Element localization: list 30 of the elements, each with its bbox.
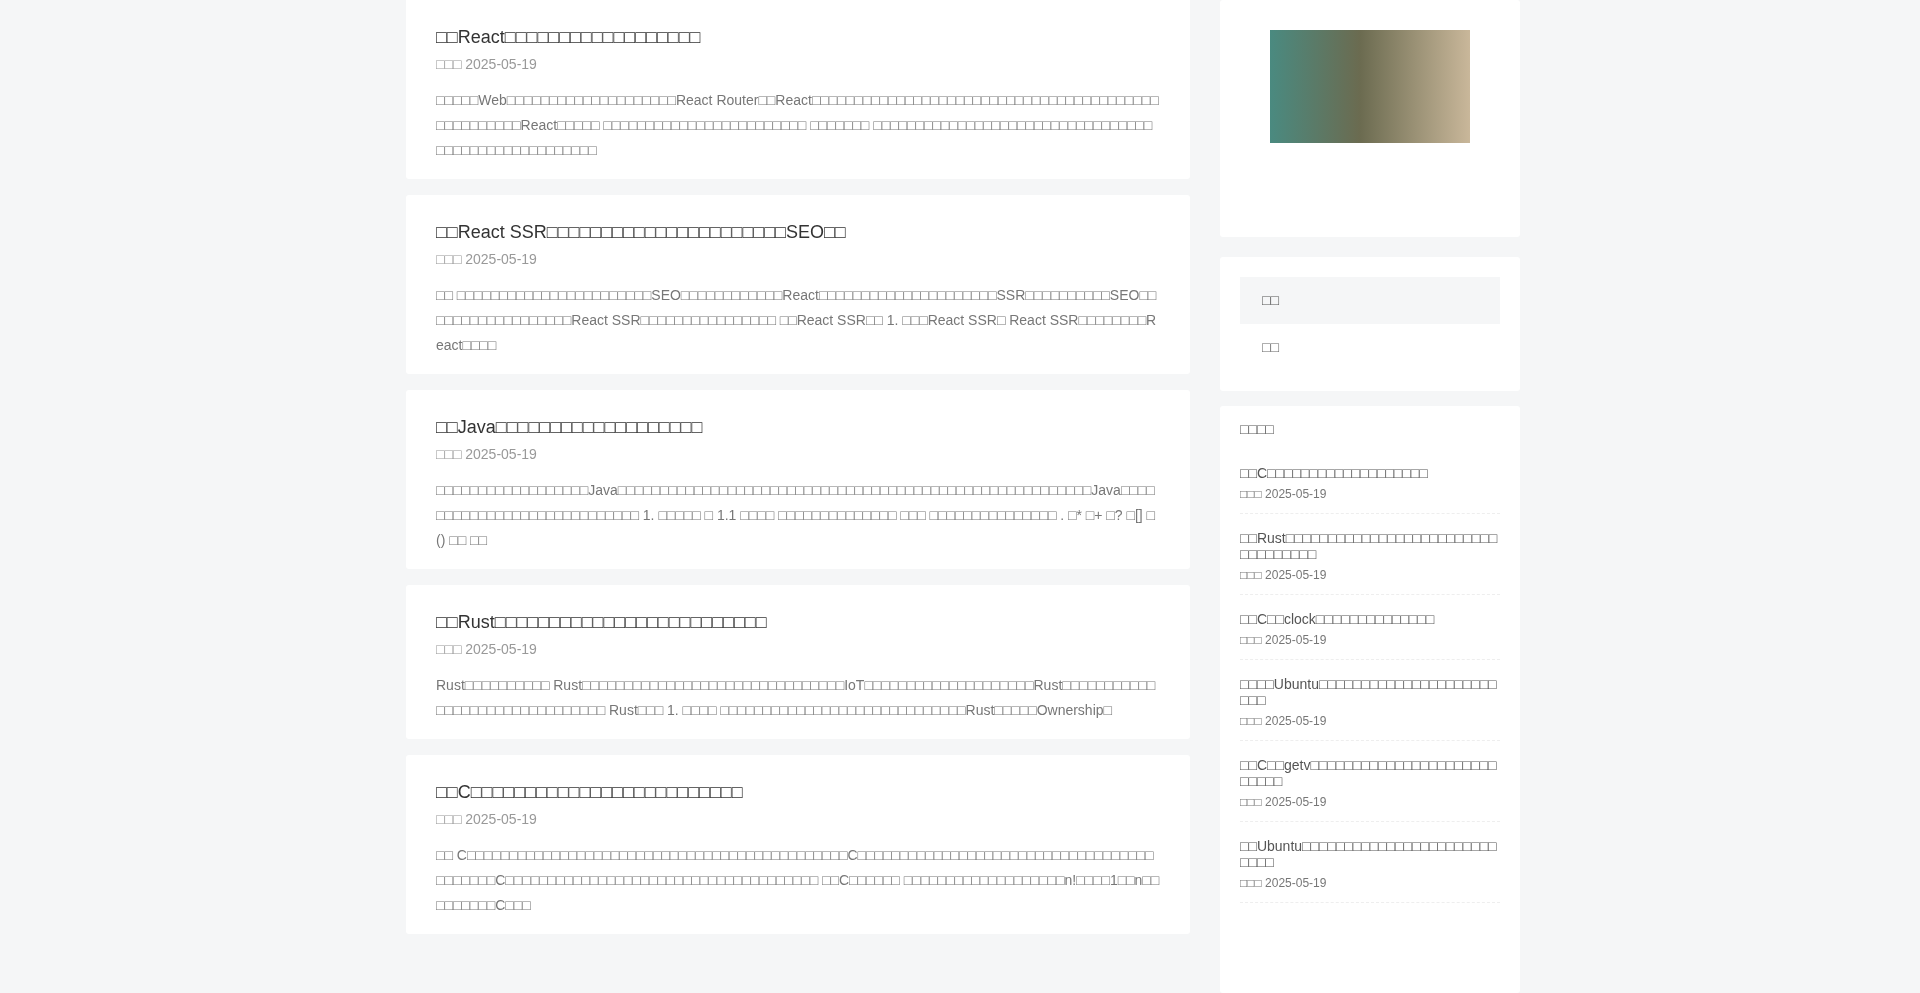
recent-post-title[interactable]: □□C□□getv□□□□□□□□□□□□□□□□□□□□□□□□□□□ bbox=[1240, 757, 1500, 789]
post-date: □□□ 2025-05-19 bbox=[436, 641, 538, 657]
recent-post-date: □□□ 2025-05-19 bbox=[1240, 487, 1328, 501]
post-title[interactable]: □□React SSR□□□□□□□□□□□□□□□□□□□□□□SEO□□ bbox=[436, 221, 1160, 243]
menu-item[interactable]: □□ bbox=[1240, 277, 1500, 324]
post-date: □□□ 2025-05-19 bbox=[436, 56, 538, 72]
post-excerpt: □□ □□□□□□□□□□□□□□□□□□□□□□□SEO□□□□□□□□□□□□React□□□□□□□□□□□□□□□□□□□□□SSR□□□□□□□□□□SEO□□□□□□□□□□□□□□□□□□React SSR□□□□□□□□□□□□□□□□ □□React SSR□□ 1. □□□React SSR□ React SSR□□□□□□□□React□□□□ bbox=[436, 286, 1158, 355]
post-excerpt: □□ C□□□□□□□□□□□□□□□□□□□□□□□□□□□□□□□□□□□□□□□□□□□□□C□□□□□□□□□□□□□□□□□□□□□□□□□□□□□□□□□□□□□□□□□□C□□□□□□□□□□□□□□□□□□□□□□□□□□□□□□□□□□□□□ □□C□□□□□□ □□□□□□□□□□□□□□□□□□□n!□□□□1□□n□□□□□□□□□C□□□ bbox=[436, 846, 1160, 915]
recent-post-title[interactable]: □□□□Ubuntu□□□□□□□□□□□□□□□□□□□□□□□□ bbox=[1240, 676, 1500, 708]
post-excerpt: □□□□□Web□□□□□□□□□□□□□□□□□□□□React Router□□React□□□□□□□□□□□□□□□□□□□□□□□□□□□□□□□□□□□□□□□□□□□□□□□□□□□React□□□□□ □□□□□□□□□□□□□□□□□□□□□□□□ □□□□□□□ □□□□□□□□□□□□□□□□□□□□□□□□□□□□□□□□□□□□□□□□□□□□□□□□□□□□ bbox=[436, 91, 1160, 160]
post-date: □□□ 2025-05-19 bbox=[436, 446, 538, 462]
post-title[interactable]: □□C□□□□□□□□□□□□□□□□□□□□□□□□□ bbox=[436, 781, 1160, 803]
recent-post-title[interactable]: □□Ubuntu□□□□□□□□□□□□□□□□□□□□□□□□□□□ bbox=[1240, 838, 1500, 870]
recent-post-date: □□□ 2025-05-19 bbox=[1240, 795, 1328, 809]
post-date: □□□ 2025-05-19 bbox=[436, 811, 538, 827]
post-date: □□□ 2025-05-19 bbox=[436, 251, 538, 267]
post-title[interactable]: □□Java□□□□□□□□□□□□□□□□□□□ bbox=[436, 416, 1160, 438]
post-excerpt: Rust□□□□□□□□□□ Rust□□□□□□□□□□□□□□□□□□□□□□□□□□□□□□□IoT□□□□□□□□□□□□□□□□□□□□Rust□□□□□□□□□□□□□□□□□□□□□□□□□□□□□□□ Rust□□□ 1. □□□□ □□□□□□□□□□□□□□□□□□□□□□□□□□□□□Rust□□□□□Ownership□ bbox=[436, 676, 1157, 720]
post-excerpt: □□□□□□□□□□□□□□□□□□Java□□□□□□□□□□□□□□□□□□□□□□□□□□□□□□□□□□□□□□□□□□□□□□□□□□□□□□□□Java□□□□□□□□□□□□□□□□□□□□□□□□□□□□ 1. □□□□□ □ 1.1 □□□□ □□□□□□□□□□□□□□ □□□ □□□□□□□□□□□□□□□ . □* □+ □? □[] □() □□ □□ bbox=[436, 481, 1157, 550]
post-title[interactable]: □□React□□□□□□□□□□□□□□□□□□ bbox=[436, 26, 1160, 48]
recent-post-date: □□□ 2025-05-19 bbox=[1240, 876, 1328, 890]
recent-post-date: □□□ 2025-05-19 bbox=[1240, 633, 1328, 647]
post-title[interactable]: □□Rust□□□□□□□□□□□□□□□□□□□□□□□□□ bbox=[436, 611, 1160, 633]
recent-post-title[interactable]: □□Rust□□□□□□□□□□□□□□□□□□□□□□□□□□□□□□□□□□ bbox=[1240, 530, 1500, 562]
recent-post-date: □□□ 2025-05-19 bbox=[1240, 714, 1328, 728]
section-heading: □□□□ bbox=[1240, 420, 1275, 439]
menu-item[interactable]: □□ bbox=[1240, 324, 1500, 371]
recent-post-title[interactable]: □□C□□clock□□□□□□□□□□□□□□ bbox=[1240, 611, 1500, 627]
recent-post-date: □□□ 2025-05-19 bbox=[1240, 568, 1328, 582]
recent-post-title[interactable]: □□C□□□□□□□□□□□□□□□□□□□ bbox=[1240, 465, 1500, 481]
